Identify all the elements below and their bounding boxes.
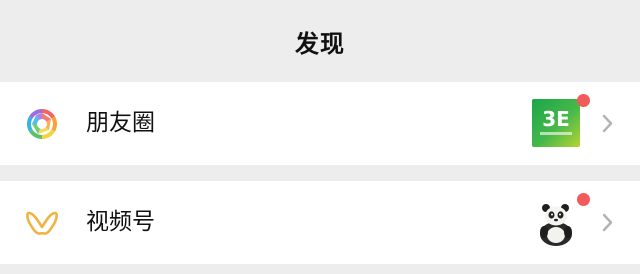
moments-latest-thumbnail: 3E bbox=[532, 99, 580, 147]
camera-shutter-icon bbox=[24, 106, 60, 142]
discover-item-label: 视频号 bbox=[86, 209, 155, 235]
discover-item-label: 朋友圈 bbox=[86, 110, 155, 136]
butterfly-icon bbox=[24, 205, 60, 241]
discover-item-moments[interactable]: 朋友圈 3E bbox=[0, 82, 640, 165]
new-content-badge bbox=[577, 193, 590, 206]
chevron-right-icon bbox=[600, 209, 616, 236]
page-header: 发现 bbox=[0, 0, 640, 82]
thumbnail-logo-text: 3E bbox=[542, 107, 570, 131]
chevron-right-icon bbox=[600, 110, 616, 137]
discover-item-channels[interactable]: 视频号 bbox=[0, 181, 640, 264]
channels-latest-thumbnail bbox=[532, 198, 580, 246]
new-content-badge bbox=[577, 94, 590, 107]
page-title: 发现 bbox=[295, 29, 345, 58]
